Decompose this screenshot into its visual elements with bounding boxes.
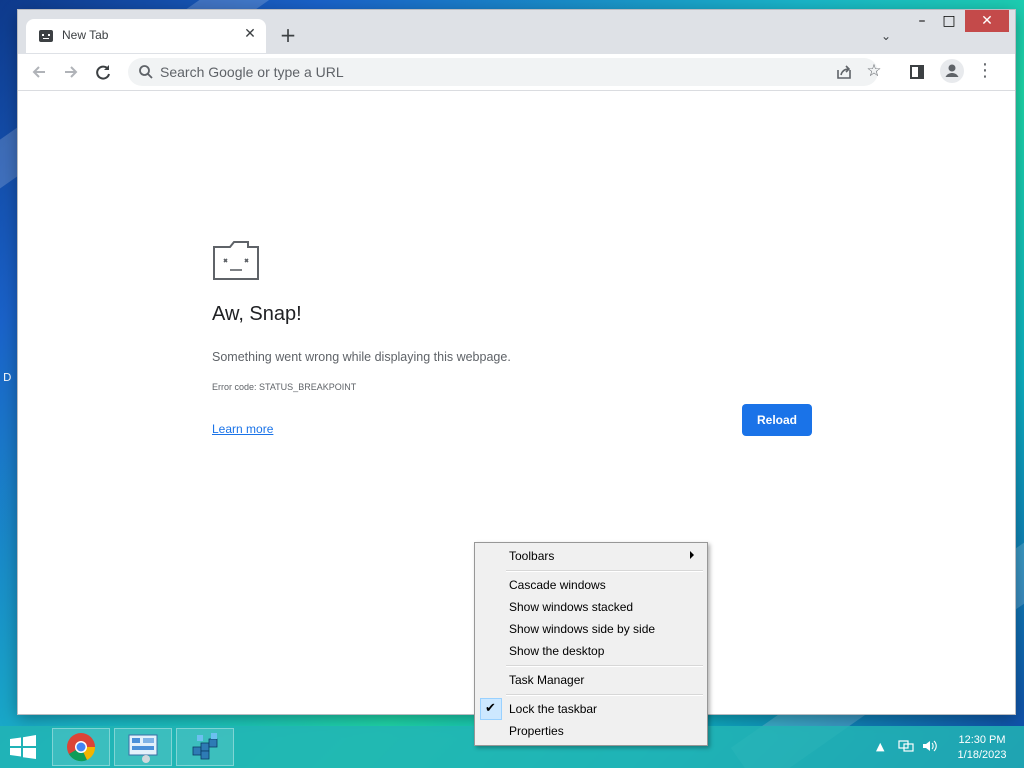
clock-time: 12:30 PM bbox=[958, 734, 1006, 746]
address-input[interactable]: Search Google or type a URL bbox=[160, 64, 344, 80]
menu-item-label: Lock the taskbar bbox=[509, 702, 598, 716]
submenu-arrow-icon bbox=[690, 551, 694, 559]
clock-date: 1/18/2023 bbox=[957, 749, 1007, 761]
menu-item-label: Properties bbox=[509, 724, 564, 738]
learn-more-link[interactable]: Learn more bbox=[212, 422, 273, 436]
network-icon[interactable] bbox=[898, 739, 914, 756]
menu-item-label: Toolbars bbox=[509, 549, 555, 563]
menu-separator bbox=[506, 694, 703, 696]
control-panel-icon[interactable] bbox=[114, 728, 172, 766]
volume-icon[interactable] bbox=[922, 739, 938, 756]
menu-item-show-the-desktop[interactable]: Show the desktop bbox=[478, 640, 704, 662]
error-title: Aw, Snap! bbox=[212, 303, 302, 325]
clock[interactable]: 12:30 PM 1/18/2023 bbox=[950, 733, 1014, 763]
close-tab-icon[interactable]: ✕ bbox=[242, 26, 258, 42]
minimize-button[interactable]: – bbox=[910, 10, 934, 32]
reload-button[interactable]: Reload bbox=[742, 404, 812, 436]
reload-icon[interactable] bbox=[90, 59, 116, 85]
chrome-icon[interactable] bbox=[52, 728, 110, 766]
menu-item-toolbars[interactable]: Toolbars bbox=[478, 545, 704, 567]
maximize-button[interactable]: □ bbox=[936, 10, 962, 32]
taskbar-context-menu: Toolbars Cascade windows Show windows st… bbox=[474, 542, 708, 746]
menu-item-properties[interactable]: Properties bbox=[478, 720, 704, 742]
sad-folder-icon bbox=[213, 241, 259, 280]
menu-item-cascade-windows[interactable]: Cascade windows bbox=[478, 574, 704, 596]
menu-separator bbox=[506, 570, 703, 572]
menu-item-show-windows-side-by-side[interactable]: Show windows side by side bbox=[478, 618, 704, 640]
back-arrow-icon[interactable] bbox=[26, 59, 52, 85]
tab-new-tab[interactable]: New Tab ✕ bbox=[26, 19, 266, 53]
menu-item-label: Task Manager bbox=[509, 673, 585, 687]
side-panel-icon[interactable] bbox=[910, 65, 924, 79]
menu-item-lock-the-taskbar[interactable]: Lock the taskbar bbox=[478, 698, 704, 720]
menu-item-label: Show windows side by side bbox=[509, 622, 656, 636]
menu-item-label: Cascade windows bbox=[509, 578, 606, 592]
star-icon[interactable]: ☆ bbox=[864, 60, 884, 81]
windows-start-icon[interactable] bbox=[8, 735, 38, 759]
menu-item-label: Show the desktop bbox=[509, 644, 605, 658]
registry-editor-icon[interactable] bbox=[176, 728, 234, 766]
new-tab-button[interactable]: + bbox=[276, 24, 300, 48]
error-code: Error code: STATUS_BREAKPOINT bbox=[212, 382, 357, 392]
error-message: Something went wrong while displaying th… bbox=[212, 350, 511, 364]
menu-icon[interactable]: ⋮ bbox=[976, 59, 994, 85]
tab-search-icon[interactable]: ⌄ bbox=[876, 26, 896, 46]
tab-title: New Tab bbox=[62, 28, 109, 42]
forward-arrow-icon[interactable] bbox=[58, 59, 84, 85]
menu-item-label: Show windows stacked bbox=[509, 600, 634, 614]
profile-icon[interactable] bbox=[940, 59, 964, 83]
title-bar[interactable]: New Tab ✕ + ⌄ – □ ✕ bbox=[18, 10, 1015, 54]
share-icon[interactable] bbox=[834, 62, 854, 82]
menu-item-show-windows-stacked[interactable]: Show windows stacked bbox=[478, 596, 704, 618]
checkmark-icon bbox=[480, 698, 502, 720]
close-window-button[interactable]: ✕ bbox=[965, 10, 1009, 32]
address-bar[interactable]: Search Google or type a URL ☆ bbox=[128, 58, 882, 86]
menu-item-task-manager[interactable]: Task Manager bbox=[478, 669, 704, 691]
search-icon bbox=[139, 65, 153, 79]
desktop-icon-label[interactable]: D bbox=[3, 371, 11, 384]
browser-toolbar: Search Google or type a URL ☆ ⋮ bbox=[18, 54, 1015, 91]
menu-separator bbox=[506, 665, 703, 667]
sad-tab-icon bbox=[39, 30, 53, 42]
show-hidden-icons-icon[interactable]: ▲ bbox=[876, 740, 884, 753]
